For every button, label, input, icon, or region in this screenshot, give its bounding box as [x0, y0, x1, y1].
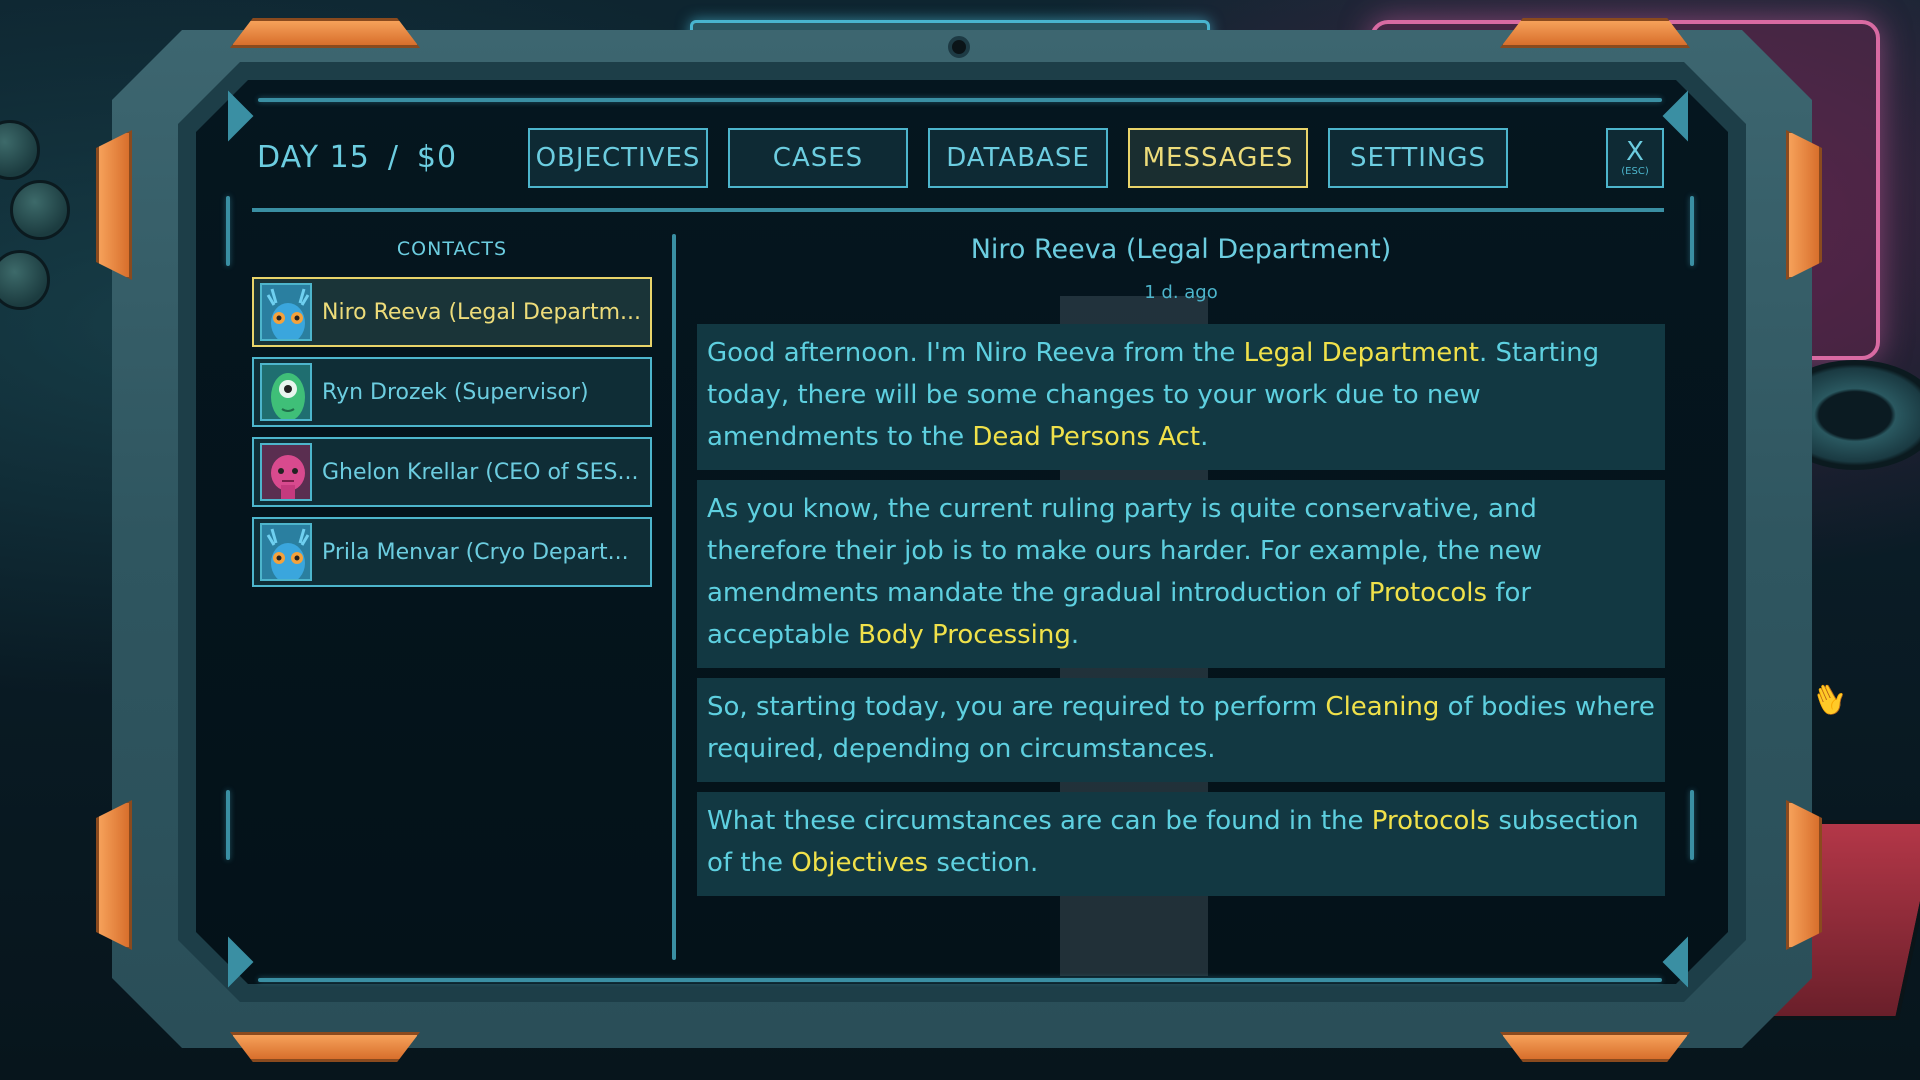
highlight-term: Protocols — [1368, 578, 1488, 608]
message-paragraph: As you know, the current ruling party is… — [697, 480, 1665, 668]
frame-line — [226, 790, 230, 860]
panel-divider — [672, 234, 676, 960]
frame-clamp — [1786, 800, 1822, 950]
pink-alien-avatar — [260, 443, 312, 501]
separator: / — [387, 140, 399, 175]
tab-objectives[interactable]: OBJECTIVES — [528, 128, 708, 188]
highlight-term: Protocols — [1371, 806, 1491, 836]
contact-niro-reeva[interactable]: Niro Reeva (Legal Departm... — [252, 277, 652, 347]
message-text: So, starting today, you are required to … — [707, 692, 1326, 722]
machine-knob — [10, 180, 70, 240]
highlight-term: Body Processing — [858, 620, 1071, 650]
message-text: What these circumstances are can be foun… — [707, 806, 1372, 836]
message-sender: Niro Reeva (Legal Department) — [970, 234, 1392, 265]
frame-clamp — [1500, 1032, 1690, 1062]
frame-clamp — [96, 130, 132, 280]
contact-ryn-drozek[interactable]: Ryn Drozek (Supervisor) — [252, 357, 652, 427]
frame-line — [226, 196, 230, 266]
frame-clamp — [230, 18, 420, 48]
message-paragraph: Good afternoon. I'm Niro Reeva from the … — [697, 324, 1665, 470]
highlight-term: Dead Persons Act — [972, 422, 1201, 452]
header-divider — [252, 208, 1664, 212]
contacts-title: CONTACTS — [396, 238, 508, 260]
message-text: section. — [928, 848, 1039, 878]
contact-name: Niro Reeva (Legal Departm... — [322, 299, 641, 325]
highlight-term: Objectives — [791, 848, 929, 878]
highlight-term: Cleaning — [1325, 692, 1440, 722]
message-timestamp: 1 d. ago — [1144, 282, 1218, 303]
tab-database[interactable]: DATABASE — [928, 128, 1108, 188]
tab-messages[interactable]: MESSAGES — [1128, 128, 1308, 188]
frame-clamp — [1500, 18, 1690, 48]
contact-prila-menvar[interactable]: Prila Menvar (Cryo Depart... — [252, 517, 652, 587]
contact-name: Ghelon Krellar (CEO of SES... — [322, 459, 639, 485]
frame-line — [1690, 790, 1694, 860]
blue-alien-avatar — [260, 283, 312, 341]
highlight-term: Legal Department — [1243, 338, 1479, 368]
camera-icon — [948, 36, 970, 58]
message-text: Good afternoon. I'm Niro Reeva from the — [707, 338, 1244, 368]
close-hint: (ESC) — [1621, 166, 1649, 177]
tab-cases[interactable]: CASES — [728, 128, 908, 188]
frame-line — [258, 978, 1662, 982]
frame-line — [1690, 196, 1694, 266]
frame-line — [258, 98, 1662, 102]
close-button[interactable]: X (ESC) — [1606, 128, 1664, 188]
message-text: . — [1070, 620, 1080, 650]
contact-name: Prila Menvar (Cryo Depart... — [322, 539, 629, 565]
tab-settings[interactable]: SETTINGS — [1328, 128, 1508, 188]
message-paragraph: So, starting today, you are required to … — [697, 678, 1665, 782]
contact-name: Ryn Drozek (Supervisor) — [322, 379, 589, 405]
green-cyclops-avatar — [260, 363, 312, 421]
day-money-status: DAY 15 / $0 — [257, 140, 457, 180]
message-paragraph: What these circumstances are can be foun… — [697, 792, 1665, 896]
money-counter: $0 — [416, 140, 458, 175]
message-text: . — [1200, 422, 1209, 452]
frame-clamp — [96, 800, 132, 950]
frame-clamp — [230, 1032, 420, 1062]
frame-clamp — [1786, 130, 1822, 280]
blue-alien-avatar — [260, 523, 312, 581]
day-counter: DAY 15 — [257, 140, 370, 175]
close-icon: X — [1626, 137, 1644, 167]
contact-ghelon-krellar[interactable]: Ghelon Krellar (CEO of SES... — [252, 437, 652, 507]
